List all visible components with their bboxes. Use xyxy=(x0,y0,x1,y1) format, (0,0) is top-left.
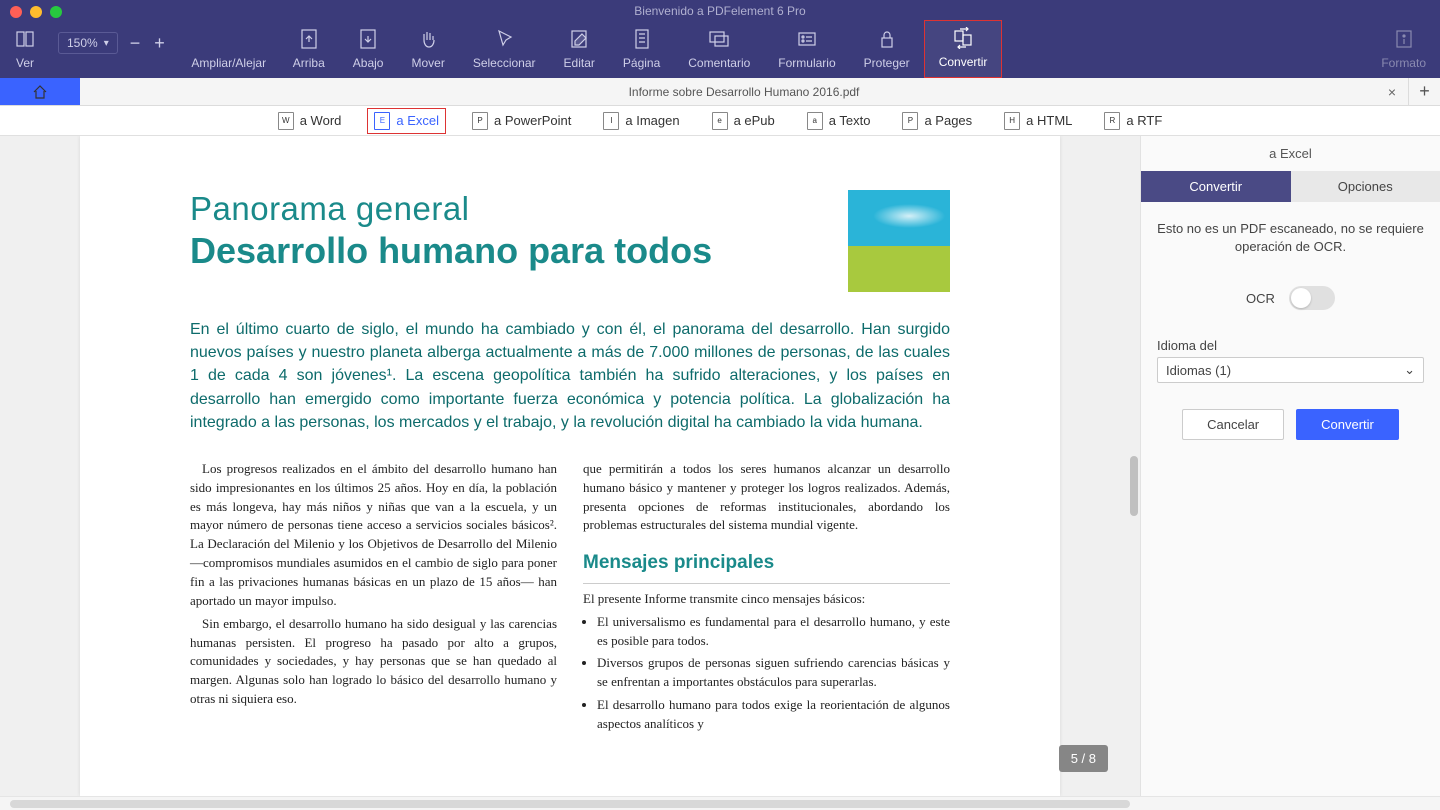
view-button[interactable]: Ver xyxy=(0,22,50,78)
text-file-icon: a xyxy=(807,112,823,130)
page-down-icon xyxy=(357,28,379,50)
language-select[interactable]: Idiomas (1) ⌄ xyxy=(1157,357,1424,383)
edit-button[interactable]: Editar xyxy=(550,22,609,78)
epub-file-icon: e xyxy=(712,112,728,130)
page-subtitle: Panorama general xyxy=(190,190,712,228)
horizontal-scrollbar[interactable] xyxy=(10,800,1130,808)
convert-panel: a Excel Convertir Opciones Esto no es un… xyxy=(1140,136,1440,796)
zoom-in-button[interactable]: + xyxy=(154,33,165,54)
report-logo xyxy=(848,190,950,292)
ocr-toggle[interactable] xyxy=(1289,286,1335,310)
up-button[interactable]: Arriba xyxy=(279,22,339,78)
chevron-down-icon: ⌄ xyxy=(1404,362,1415,378)
select-button[interactable]: Seleccionar xyxy=(459,22,550,78)
document-view[interactable]: Panorama general Desarrollo humano para … xyxy=(0,136,1140,796)
zoom-label: Ampliar/Alejar xyxy=(191,56,266,70)
home-icon xyxy=(31,83,49,101)
zoom-out-button[interactable]: − xyxy=(130,33,141,54)
section-heading: Mensajes principales xyxy=(583,549,950,584)
convert-format-bar: Wa Word Ea Excel Pa PowerPoint Ia Imagen… xyxy=(0,106,1440,136)
panel-tab-options[interactable]: Opciones xyxy=(1291,171,1440,202)
format-button[interactable]: Formato xyxy=(1367,22,1440,78)
page-indicator: 5 / 8 xyxy=(1059,745,1108,772)
new-tab-button[interactable]: + xyxy=(1408,78,1440,105)
to-word-button[interactable]: Wa Word xyxy=(272,109,348,133)
to-pages-button[interactable]: Pa Pages xyxy=(896,109,978,133)
ppt-file-icon: P xyxy=(472,112,488,130)
vertical-scrollbar[interactable] xyxy=(1130,456,1138,516)
to-rtf-button[interactable]: Ra RTF xyxy=(1098,109,1168,133)
form-icon xyxy=(796,28,818,50)
form-button[interactable]: Formulario xyxy=(764,22,849,78)
close-tab-button[interactable]: × xyxy=(1388,84,1396,100)
view-icon xyxy=(14,28,36,50)
hand-icon xyxy=(417,28,439,50)
intro-paragraph: En el último cuarto de siglo, el mundo h… xyxy=(190,318,950,434)
page-title: Desarrollo humano para todos xyxy=(190,230,712,272)
panel-title: a Excel xyxy=(1141,136,1440,171)
zoom-controls: − + xyxy=(130,33,165,54)
down-button[interactable]: Abajo xyxy=(339,22,398,78)
word-file-icon: W xyxy=(278,112,294,130)
main-area: Panorama general Desarrollo humano para … xyxy=(0,136,1440,796)
to-image-button[interactable]: Ia Imagen xyxy=(597,109,685,133)
language-label: Idioma del xyxy=(1157,338,1424,353)
rtf-file-icon: R xyxy=(1104,112,1120,130)
pages-file-icon: P xyxy=(902,112,918,130)
page-icon xyxy=(631,28,653,50)
page-button[interactable]: Página xyxy=(609,22,674,78)
edit-icon xyxy=(568,28,590,50)
zoom-select[interactable]: 150% ▾ xyxy=(58,32,118,54)
page-up-icon xyxy=(298,28,320,50)
column-right: que permitirán a todos los seres humanos… xyxy=(583,460,950,734)
main-toolbar: Bienvenido a PDFelement 6 Pro Ver 150% ▾… xyxy=(0,0,1440,78)
ocr-label: OCR xyxy=(1246,291,1275,306)
comment-icon xyxy=(708,28,730,50)
horizontal-scrollbar-track xyxy=(0,796,1440,810)
pdf-page: Panorama general Desarrollo humano para … xyxy=(80,136,1060,796)
html-file-icon: H xyxy=(1004,112,1020,130)
window-title: Bienvenido a PDFelement 6 Pro xyxy=(0,4,1440,18)
info-icon xyxy=(1393,28,1415,50)
to-text-button[interactable]: aa Texto xyxy=(801,109,877,133)
to-epub-button[interactable]: ea ePub xyxy=(706,109,781,133)
convert-button[interactable]: Convertir xyxy=(924,20,1003,78)
comment-button[interactable]: Comentario xyxy=(674,22,764,78)
home-tab[interactable] xyxy=(0,78,80,105)
panel-tab-convert[interactable]: Convertir xyxy=(1141,171,1291,202)
lock-icon xyxy=(876,28,898,50)
cancel-button[interactable]: Cancelar xyxy=(1182,409,1284,440)
document-tab[interactable]: Informe sobre Desarrollo Humano 2016.pdf… xyxy=(80,78,1408,105)
cursor-icon xyxy=(493,28,515,50)
to-excel-button[interactable]: Ea Excel xyxy=(367,108,446,134)
protect-button[interactable]: Proteger xyxy=(850,22,924,78)
to-ppt-button[interactable]: Pa PowerPoint xyxy=(466,109,577,133)
column-left: Los progresos realizados en el ámbito de… xyxy=(190,460,557,734)
tab-bar: Informe sobre Desarrollo Humano 2016.pdf… xyxy=(0,78,1440,106)
excel-file-icon: E xyxy=(374,112,390,130)
convert-icon xyxy=(952,27,974,49)
move-button[interactable]: Mover xyxy=(397,22,458,78)
convert-action-button[interactable]: Convertir xyxy=(1296,409,1399,440)
image-file-icon: I xyxy=(603,112,619,130)
chevron-down-icon: ▾ xyxy=(104,38,109,49)
ocr-message: Esto no es un PDF escaneado, no se requi… xyxy=(1157,220,1424,256)
to-html-button[interactable]: Ha HTML xyxy=(998,109,1078,133)
